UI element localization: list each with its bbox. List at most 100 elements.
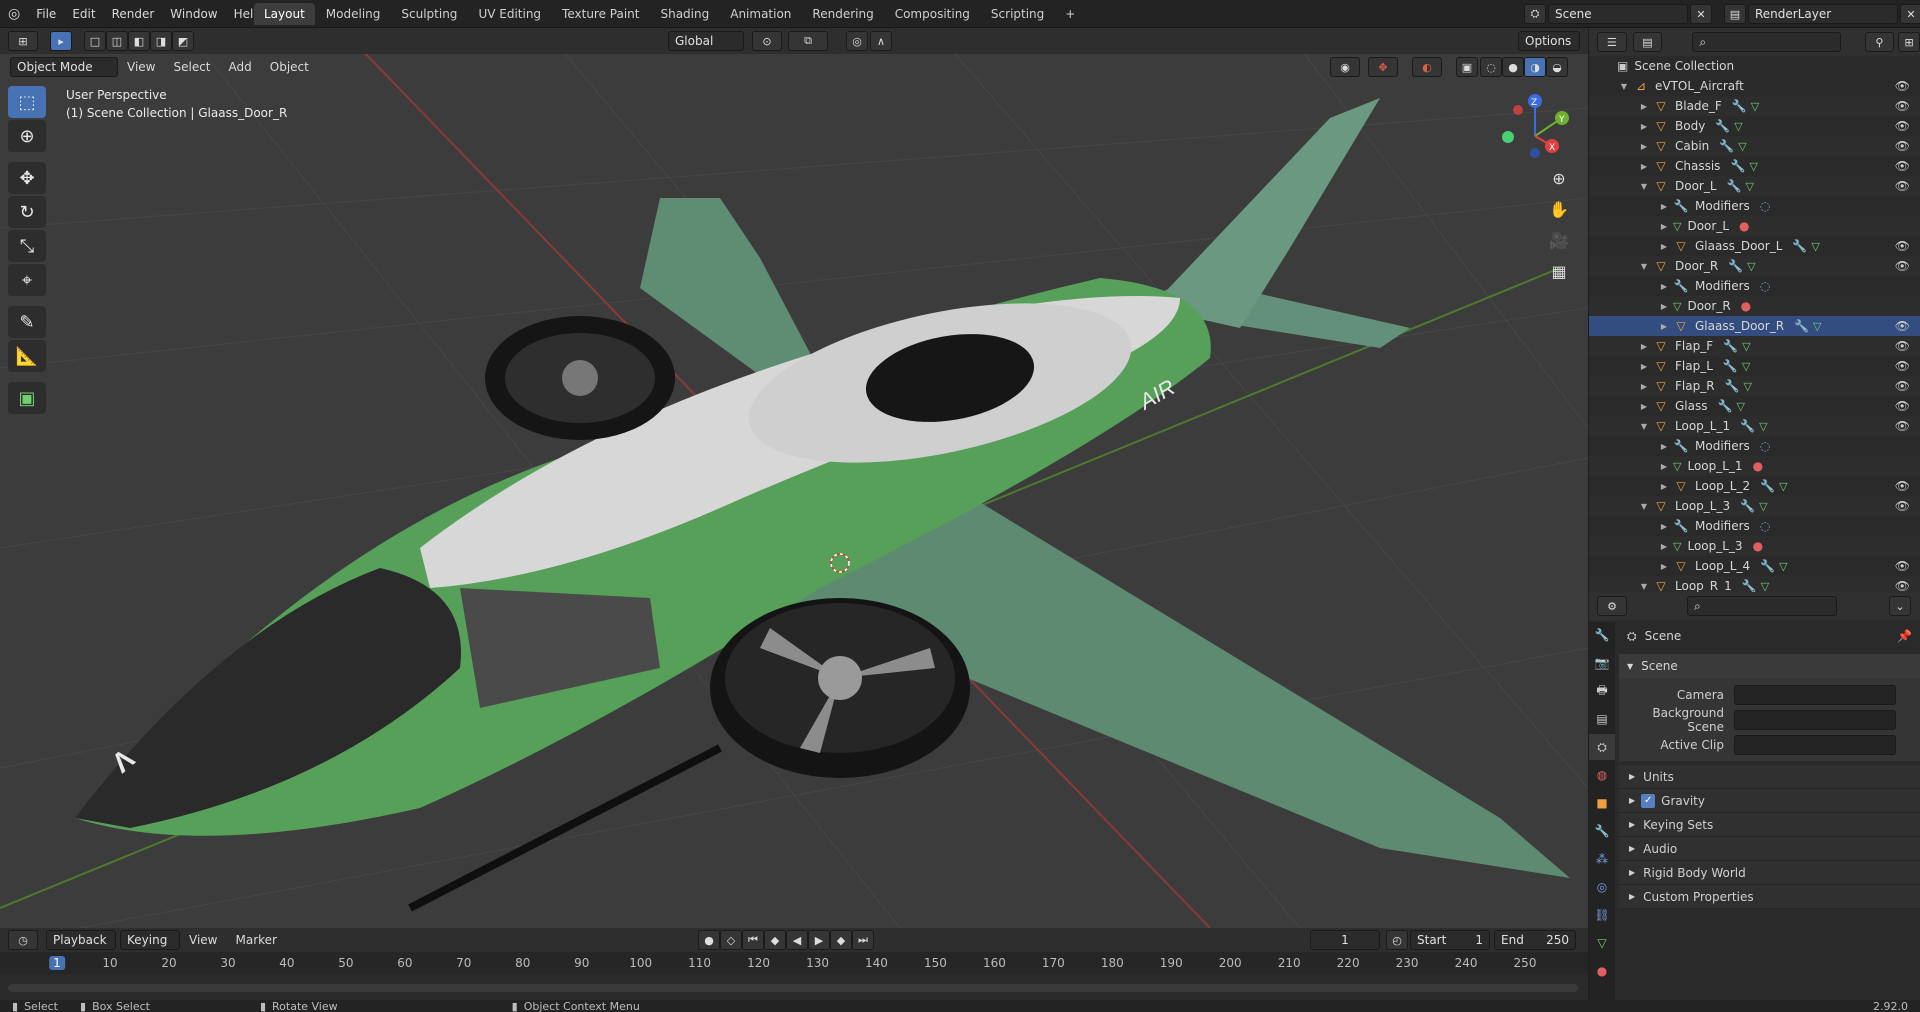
tab-modeling[interactable]: Modeling	[316, 3, 391, 25]
menu-view[interactable]: View	[118, 60, 164, 74]
outliner-row[interactable]: ▶ 🔧 Modifiers ◌	[1589, 516, 1920, 536]
menu-render[interactable]: Render	[104, 0, 163, 28]
visibility-eye-icon[interactable]: 👁	[1895, 319, 1910, 333]
outliner-root[interactable]: ▣ Scene Collection	[1589, 56, 1920, 76]
subpanel-audio[interactable]: ▶ Audio	[1619, 837, 1920, 861]
particles-tab-icon[interactable]: ⁂	[1589, 846, 1615, 872]
tool-tab-icon[interactable]: 🔧	[1589, 622, 1615, 648]
camera-field[interactable]	[1734, 684, 1896, 705]
tab-compositing[interactable]: Compositing	[885, 3, 980, 25]
tab-shading[interactable]: Shading	[650, 3, 719, 25]
subpanel-rigid-body-world[interactable]: ▶ Rigid Body World	[1619, 861, 1920, 885]
outliner-row[interactable]: ▶ ▽ Chassis 🔧 ▽ 👁	[1589, 156, 1920, 176]
tab-layout[interactable]: Layout	[254, 3, 315, 25]
chevron-right-icon[interactable]: ▶	[1659, 542, 1669, 551]
object-tab-icon[interactable]: ■	[1589, 790, 1615, 816]
chevron-right-icon[interactable]: ▶	[1639, 382, 1649, 391]
outliner-row[interactable]: ▶ ▽ Flap_L 🔧 ▽ 👁	[1589, 356, 1920, 376]
chevron-down-icon[interactable]: ▼	[1639, 422, 1649, 431]
visibility-eye-icon[interactable]: 👁	[1895, 79, 1910, 93]
chevron-right-icon[interactable]: ▶	[1659, 222, 1669, 231]
menu-marker[interactable]: Marker	[226, 933, 285, 947]
add-workspace-button[interactable]: +	[1055, 3, 1085, 25]
playback-dropdown[interactable]: Playback	[46, 930, 116, 950]
new-collection-icon[interactable]: ⊞	[1898, 32, 1920, 52]
chevron-right-icon[interactable]: ▶	[1659, 202, 1669, 211]
overlay-toggle-icon[interactable]: ◐	[1412, 57, 1442, 77]
chevron-right-icon[interactable]: ▶	[1639, 142, 1649, 151]
chevron-right-icon[interactable]: ▶	[1639, 122, 1649, 131]
wireframe-shading-icon[interactable]: ◌	[1480, 57, 1502, 77]
outliner-row[interactable]: ▶ ▽ Glaass_Door_L 🔧 ▽ 👁	[1589, 236, 1920, 256]
jump-end-icon[interactable]: ⏭	[852, 930, 874, 950]
outliner-row[interactable]: ▶ ▽ Blade_F 🔧 ▽ 👁	[1589, 96, 1920, 116]
tab-animation[interactable]: Animation	[720, 3, 801, 25]
chevron-down-icon[interactable]: ▼	[1639, 182, 1649, 191]
select-mode-invert-icon[interactable]: ◨	[150, 31, 172, 51]
outliner-row[interactable]: ▶ ▽ Cabin 🔧 ▽ 👁	[1589, 136, 1920, 156]
outliner-row[interactable]: ▼ ▽ Door_L 🔧 ▽ 👁	[1589, 176, 1920, 196]
scene-panel-header[interactable]: ▼ Scene	[1619, 654, 1920, 678]
chevron-right-icon[interactable]: ▶	[1659, 302, 1669, 311]
outliner-row[interactable]: ▼ ▽ Loop_L_3 🔧 ▽ 👁	[1589, 496, 1920, 516]
menu-view[interactable]: View	[180, 933, 226, 947]
outliner-row[interactable]: ▶ ▽ Body 🔧 ▽ 👁	[1589, 116, 1920, 136]
subpanel-units[interactable]: ▶ Units	[1619, 765, 1920, 789]
add-cube-tool-icon[interactable]: ▣	[8, 382, 46, 414]
scene-field[interactable]: Scene	[1548, 4, 1688, 24]
jump-keyframe-back-icon[interactable]: ◆	[764, 930, 786, 950]
close-icon[interactable]: ✕	[1900, 4, 1920, 24]
tab-scripting[interactable]: Scripting	[981, 3, 1054, 25]
scale-tool-icon[interactable]: ⤡	[8, 230, 46, 262]
menu-select[interactable]: Select	[164, 60, 219, 74]
render-layer-field[interactable]: RenderLayer	[1748, 4, 1898, 24]
cursor-tool-icon[interactable]: ⊕	[8, 120, 46, 152]
end-frame-field[interactable]: End 250	[1494, 930, 1576, 950]
editor-type-icon[interactable]: ⚙	[1597, 596, 1627, 616]
ortho-grid-icon[interactable]: ▦	[1545, 257, 1573, 285]
chevron-right-icon[interactable]: ▶	[1639, 342, 1649, 351]
outliner-row[interactable]: ▼ ▽ Loop_L_1 🔧 ▽ 👁	[1589, 416, 1920, 436]
falloff-icon[interactable]: ∧	[870, 31, 892, 51]
chevron-down-icon[interactable]: ▼	[1619, 82, 1629, 91]
visibility-eye-icon[interactable]: 👁	[1895, 179, 1910, 193]
outliner-row[interactable]: ▶ 🔧 Modifiers ◌	[1589, 276, 1920, 296]
outliner-search-input[interactable]: ⌕	[1692, 32, 1841, 52]
active-clip-field[interactable]	[1734, 734, 1896, 755]
select-mode-new-icon[interactable]: □	[84, 31, 106, 51]
display-mode-icon[interactable]: ▤	[1632, 32, 1663, 52]
view-layer-tab-icon[interactable]: ▤	[1589, 706, 1615, 732]
camera-view-icon[interactable]: 🎥	[1545, 226, 1573, 254]
modifier-tab-icon[interactable]: 🔧	[1589, 818, 1615, 844]
chevron-down-icon[interactable]: ▼	[1639, 262, 1649, 271]
visibility-eye-icon[interactable]: 👁	[1895, 339, 1910, 353]
blender-logo-icon[interactable]: ◎	[0, 0, 28, 28]
pin-icon[interactable]: 📌	[1897, 629, 1912, 643]
rotate-tool-icon[interactable]: ↻	[8, 196, 46, 228]
outliner-row[interactable]: ▶ 🔧 Modifiers ◌	[1589, 196, 1920, 216]
menu-object[interactable]: Object	[261, 60, 318, 74]
editor-type-icon[interactable]: ⊞	[8, 31, 38, 51]
select-mode-extend-icon[interactable]: ◫	[106, 31, 128, 51]
visibility-eye-icon[interactable]: 👁	[1895, 379, 1910, 393]
tab-texture-paint[interactable]: Texture Paint	[552, 3, 649, 25]
record-icon[interactable]: ●	[698, 930, 720, 950]
move-tool-icon[interactable]: ✥	[8, 162, 46, 194]
chevron-down-icon[interactable]: ▼	[1639, 502, 1649, 511]
visibility-eye-icon[interactable]: 👁	[1895, 239, 1910, 253]
menu-window[interactable]: Window	[162, 0, 225, 28]
zoom-icon[interactable]: ⊕	[1545, 164, 1573, 192]
auto-keying-icon[interactable]: ◇	[720, 930, 742, 950]
editor-type-icon[interactable]: ☰	[1597, 32, 1627, 52]
outliner-row[interactable]: ▶ ▽ Loop_L_4 🔧 ▽ 👁	[1589, 556, 1920, 576]
outliner-row[interactable]: ▼ ▽ Door_R 🔧 ▽ 👁	[1589, 256, 1920, 276]
start-frame-field[interactable]: Start 1	[1410, 930, 1490, 950]
select-mode-subtract-icon[interactable]: ◧	[128, 31, 150, 51]
scene-tab-icon[interactable]: ⛭	[1589, 734, 1615, 760]
constraints-tab-icon[interactable]: ⛓	[1589, 902, 1615, 928]
chevron-right-icon[interactable]: ▶	[1639, 402, 1649, 411]
jump-start-icon[interactable]: ⏮	[742, 930, 764, 950]
visibility-eye-icon[interactable]: 👁	[1895, 559, 1910, 573]
outliner-row[interactable]: ▶ ▽ Door_R ●	[1589, 296, 1920, 316]
gizmo-toggle-icon[interactable]: ✥	[1368, 57, 1398, 77]
